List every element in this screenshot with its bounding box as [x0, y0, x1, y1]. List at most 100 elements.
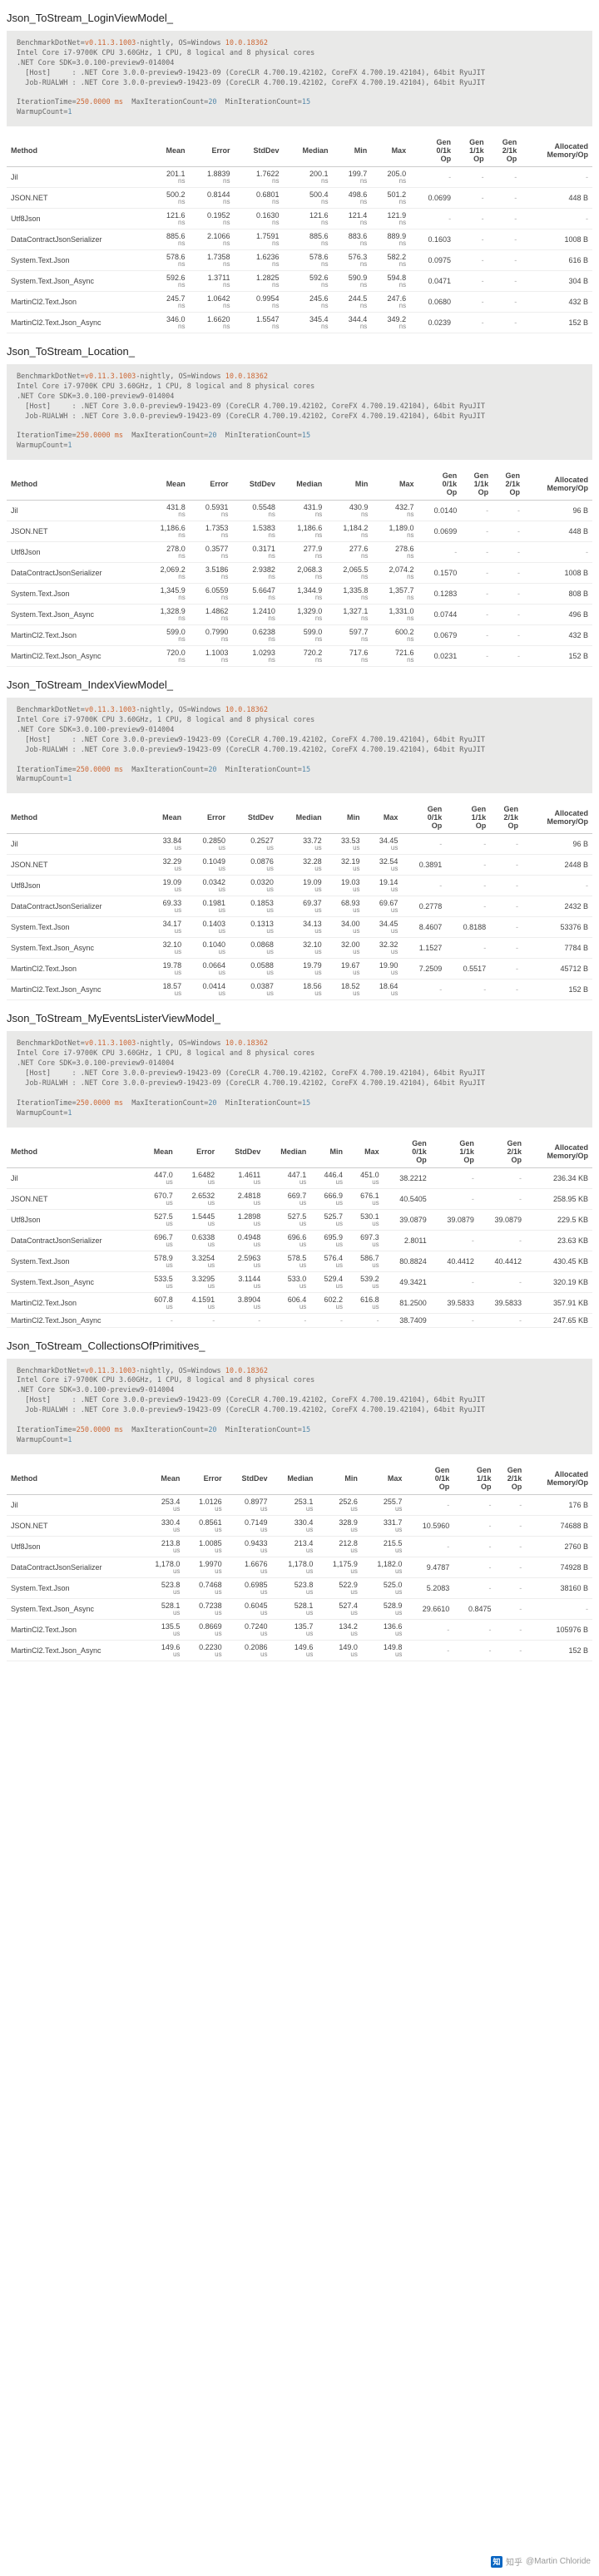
cell: -: [446, 938, 490, 959]
method-cell: Jil: [7, 1494, 140, 1515]
section-title: Json_ToStream_CollectionsOfPrimitives_: [7, 1340, 592, 1352]
cell: -: [488, 209, 522, 229]
cell: 0.0588us: [230, 959, 278, 980]
method-cell: System.Text.Json: [7, 250, 150, 271]
col-1: Mean: [147, 802, 186, 834]
cell: -: [310, 1313, 347, 1327]
cell: 176 B: [526, 1494, 592, 1515]
cell: 0.1853us: [230, 896, 278, 917]
method-cell: DataContractJsonSerializer: [7, 563, 144, 584]
cell: 590.9ns: [332, 271, 371, 292]
cell: 592.6ns: [150, 271, 190, 292]
col-0: Method: [7, 468, 144, 501]
cell: -: [493, 646, 524, 667]
cell: 18.57us: [147, 980, 186, 1000]
cell: 1,344.9ns: [280, 584, 326, 605]
cell: 38.7409: [384, 1313, 431, 1327]
cell: 346.0ns: [150, 313, 190, 333]
cell: -: [478, 1313, 526, 1327]
cell: 525.0us: [362, 1577, 407, 1598]
cell: 328.9us: [317, 1515, 362, 1536]
cell: 121.4ns: [332, 209, 371, 229]
table-row: MartinCl2.Text.Json_Async18.57us0.0414us…: [7, 980, 592, 1000]
cell: 19.09us: [278, 876, 326, 896]
cell: 592.6ns: [283, 271, 332, 292]
cell: 39.0879: [431, 1209, 478, 1230]
cell: 1.4862ns: [190, 605, 233, 625]
col-10: AllocatedMemory/Op: [522, 802, 592, 834]
cell: 576.3ns: [332, 250, 371, 271]
cell: 0.6045us: [226, 1598, 272, 1619]
col-10: AllocatedMemory/Op: [524, 468, 592, 501]
cell: 96 B: [524, 501, 592, 521]
cell: -: [446, 980, 490, 1000]
cell: -: [493, 521, 524, 542]
cell: -: [493, 605, 524, 625]
method-cell: System.Text.Json_Async: [7, 1598, 140, 1619]
cell: 74688 B: [526, 1515, 592, 1536]
table-row: MartinCl2.Text.Json19.78us0.0664us0.0588…: [7, 959, 592, 980]
col-5: Min: [317, 1463, 362, 1495]
cell: 808 B: [524, 584, 592, 605]
cell: -: [493, 584, 524, 605]
cell: 599.0ns: [144, 625, 190, 646]
cell: -: [461, 584, 493, 605]
table-row: DataContractJsonSerializer696.7us0.6338u…: [7, 1230, 592, 1251]
cell: 105976 B: [526, 1619, 592, 1640]
cell: 0.7990ns: [190, 625, 233, 646]
col-4: Median: [278, 802, 326, 834]
cell: -: [490, 959, 522, 980]
col-6: Max: [371, 135, 410, 167]
cell: 1.9970us: [184, 1557, 225, 1577]
cell: 431.8ns: [144, 501, 190, 521]
cell: 0.2527us: [230, 834, 278, 855]
cell: 18.64us: [364, 980, 403, 1000]
cell: -: [406, 1619, 453, 1640]
col-9: Gen2/1kOp: [488, 135, 522, 167]
cell: 525.7us: [310, 1209, 347, 1230]
cell: 32.10us: [278, 938, 326, 959]
cell: 1.2898us: [219, 1209, 265, 1230]
cell: 69.33us: [147, 896, 186, 917]
method-cell: MartinCl2.Text.Json_Async: [7, 1313, 141, 1327]
col-8: Gen1/1kOp: [431, 1136, 478, 1168]
cell: 0.0387us: [230, 980, 278, 1000]
cell: -: [461, 521, 493, 542]
cell: 3.5186ns: [190, 563, 233, 584]
cell: 245.7ns: [150, 292, 190, 313]
cell: 199.7ns: [332, 167, 371, 188]
cell: -: [521, 209, 592, 229]
cell: 1.5445us: [177, 1209, 219, 1230]
cell: 599.0ns: [280, 625, 326, 646]
benchmark-table: MethodMeanErrorStdDevMedianMinMaxGen0/1k…: [7, 1136, 592, 1328]
cell: -: [431, 1271, 478, 1292]
cell: -: [455, 209, 488, 229]
section-title: Json_ToStream_MyEventsListerViewModel_: [7, 1012, 592, 1024]
cell: 330.4us: [140, 1515, 185, 1536]
cell: 889.9ns: [371, 229, 410, 250]
cell: 19.09us: [147, 876, 186, 896]
cell: -: [461, 625, 493, 646]
cell: -: [495, 1619, 526, 1640]
cell: 1.1527: [402, 938, 446, 959]
table-row: Utf8Json121.6ns0.1952ns0.1630ns121.6ns12…: [7, 209, 592, 229]
cell: 720.2ns: [280, 646, 326, 667]
method-cell: System.Text.Json_Async: [7, 271, 150, 292]
cell: 18.56us: [278, 980, 326, 1000]
cell: 32.32us: [364, 938, 403, 959]
cell: -: [265, 1313, 310, 1327]
cell: 1.6236ns: [234, 250, 283, 271]
method-cell: MartinCl2.Text.Json_Async: [7, 980, 147, 1000]
cell: 1,328.9ns: [144, 605, 190, 625]
cell: -: [402, 876, 446, 896]
table-row: System.Text.Json_Async1,328.9ns1.4862ns1…: [7, 605, 592, 625]
section-title: Json_ToStream_LoginViewModel_: [7, 12, 592, 24]
method-cell: JSON.NET: [7, 188, 150, 209]
method-cell: Jil: [7, 834, 147, 855]
watermark-author: @Martin Chloride: [526, 2557, 591, 2566]
col-0: Method: [7, 1136, 141, 1168]
col-5: Min: [326, 802, 364, 834]
cell: 345.4ns: [283, 313, 332, 333]
col-0: Method: [7, 802, 147, 834]
cell: -: [431, 1230, 478, 1251]
